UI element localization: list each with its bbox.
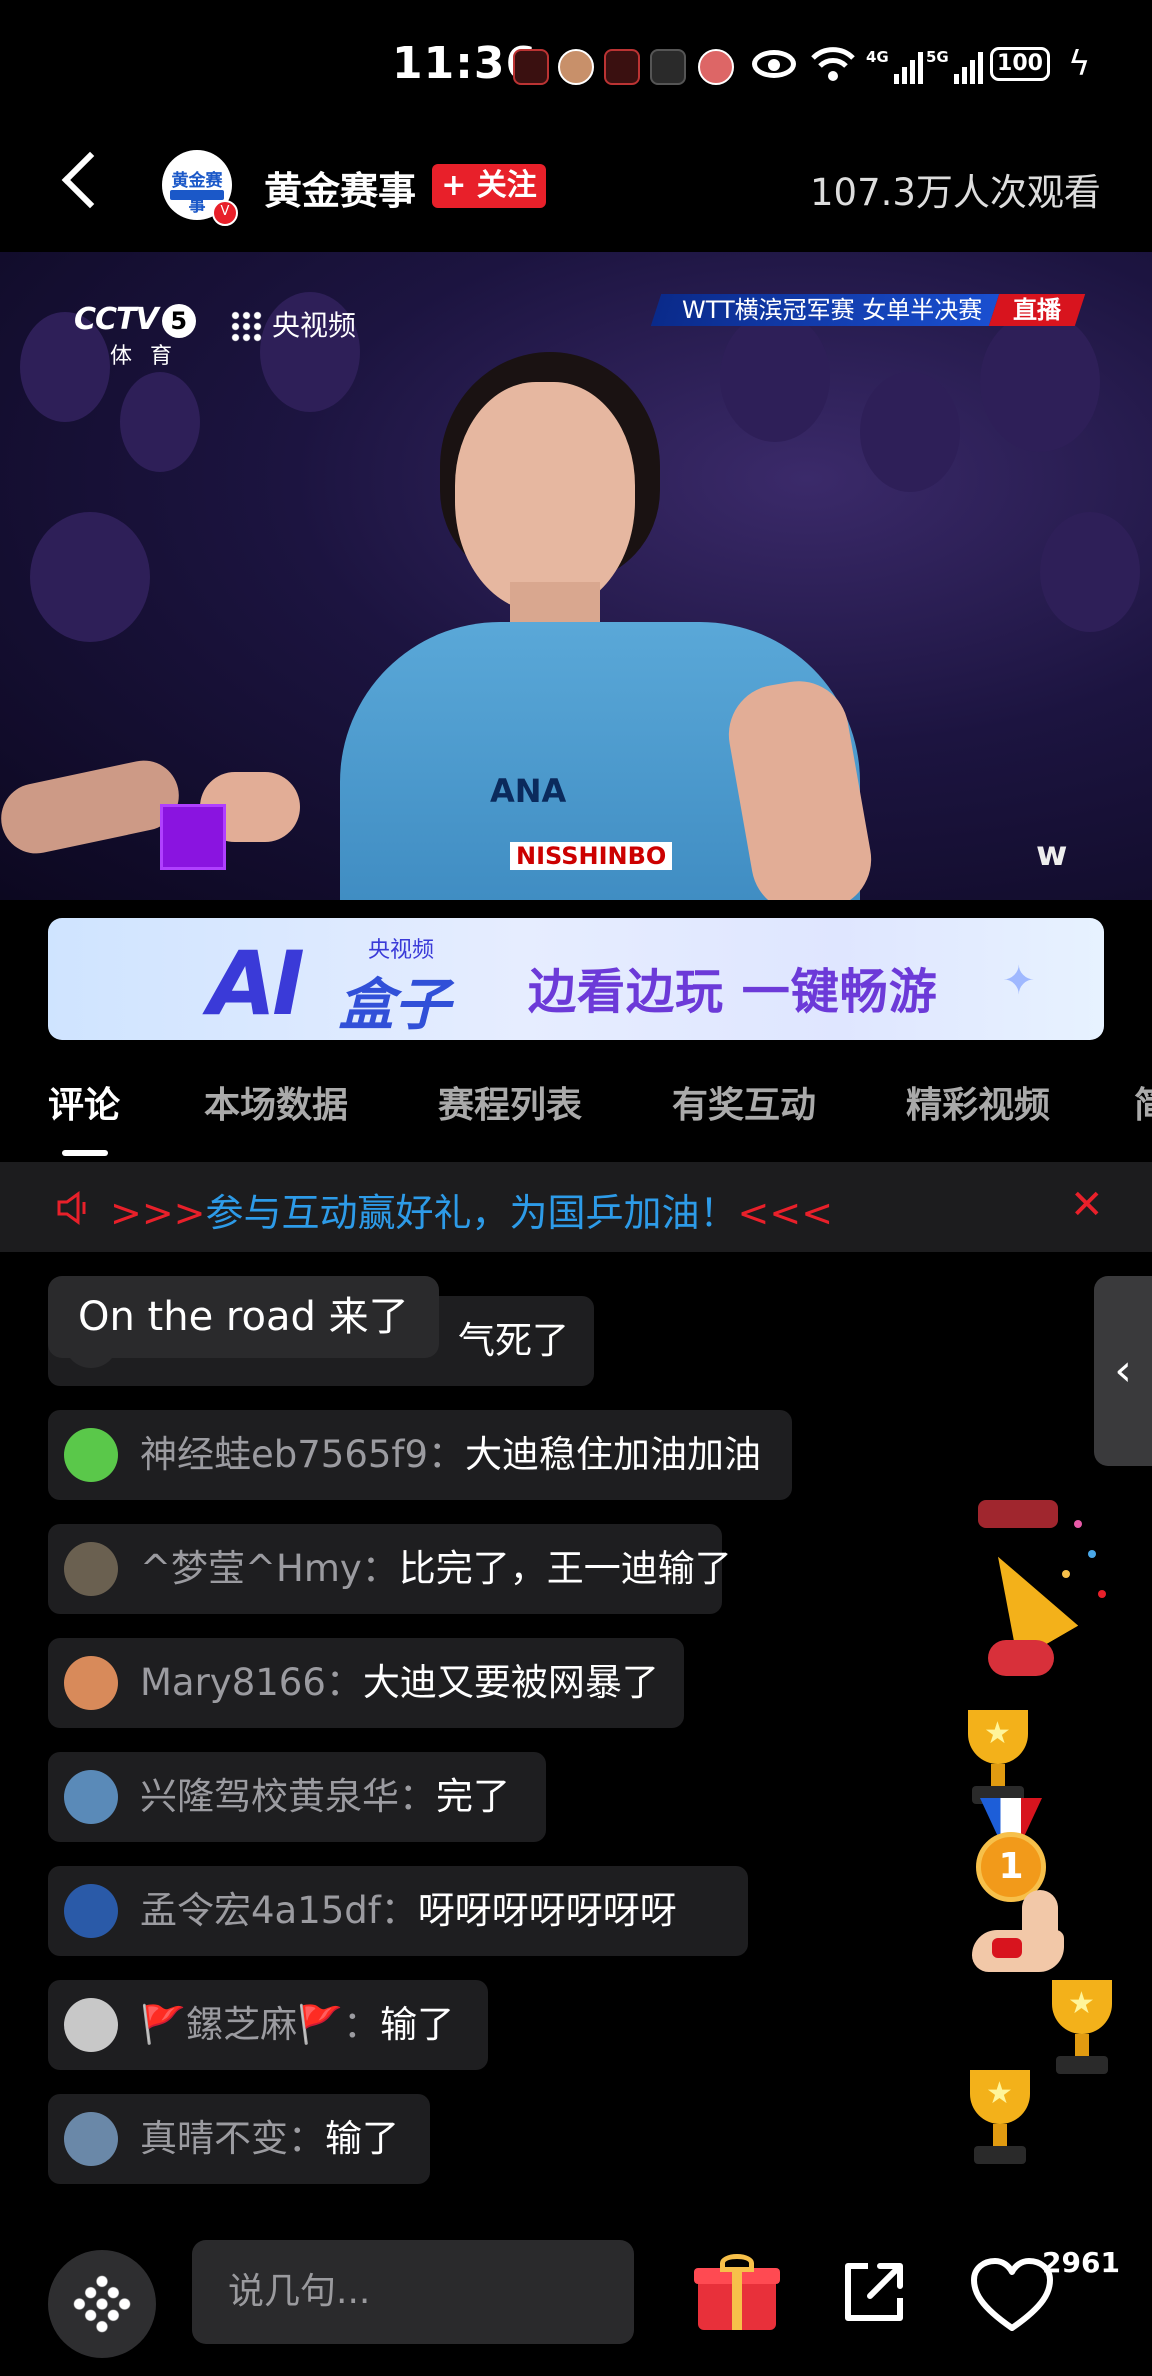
speaker-icon — [57, 1191, 86, 1225]
match-title-banner: WTT横滨冠军赛 女单半决赛 — [650, 294, 1000, 326]
yangshipin-logo: 央视频 — [230, 304, 356, 344]
app-notification-icon — [650, 49, 686, 85]
app-notification-icon — [698, 49, 734, 85]
purple-cube — [160, 804, 226, 870]
comment-item[interactable]: 真晴不变：输了 — [48, 2094, 430, 2184]
app-notification-icon — [604, 49, 640, 85]
ai-box-banner[interactable]: AI 央视频 盒子 边看边玩 一键畅游 ✦ — [48, 918, 1104, 1040]
tab-highlights[interactable]: 精彩视频 — [906, 1076, 1050, 1128]
side-panel-toggle[interactable]: ‹ — [1094, 1276, 1152, 1466]
ai-banner-title: AI — [208, 932, 305, 1035]
cctv5-logo: CCTV 5 — [74, 302, 196, 338]
trophy-icon: ★ — [958, 1710, 1038, 1810]
comment-item[interactable]: 神经蛙eb7565f9：大迪稳住加油加油 — [48, 1410, 792, 1500]
avatar[interactable] — [64, 1428, 118, 1482]
trophy-icon: ★ — [1042, 1980, 1122, 2080]
tab-schedule[interactable]: 赛程列表 — [438, 1076, 582, 1128]
comment-input[interactable]: 说几句... — [192, 2240, 634, 2344]
eye-comfort-icon — [752, 50, 796, 78]
viewer-count: 107.3万人次观看 — [810, 171, 1101, 214]
cellular-signal-5g-icon: 5G — [926, 48, 983, 84]
app-notification-icon — [558, 49, 594, 85]
tab-comments[interactable]: 评论 — [48, 1076, 120, 1128]
cctv5-sub: 体育 — [110, 344, 191, 369]
comment-item[interactable]: 孟令宏4a15df：呀呀呀呀呀呀呀 — [48, 1866, 748, 1956]
share-icon[interactable] — [838, 2256, 910, 2328]
wtt-logo-icon: w — [1036, 834, 1068, 874]
verified-badge-icon: V — [212, 200, 238, 226]
grid-dots-icon — [68, 2270, 136, 2338]
app-notification-icon — [513, 49, 549, 85]
user-entry-toast: On the road 来了 — [48, 1276, 439, 1358]
battery-icon: 100 — [990, 47, 1050, 81]
tab-more[interactable]: 简 — [1134, 1076, 1152, 1128]
comment-item[interactable]: ^梦莹^Hmy：比完了，王一迪输了 — [48, 1524, 732, 1614]
comment-item[interactable]: 🚩鏍芝麻🚩：输了 — [48, 1980, 488, 2070]
avatar[interactable] — [64, 1770, 118, 1824]
channel-name[interactable]: 黄金赛事 — [264, 160, 416, 215]
player-face — [455, 382, 635, 612]
flexed-bicep-icon — [972, 1890, 1064, 1976]
live-badge: 直播 — [988, 294, 1086, 326]
gift-icon[interactable] — [694, 2254, 780, 2330]
tab-prize-interaction[interactable]: 有奖互动 — [672, 1076, 816, 1128]
jersey-logo: ANA — [490, 772, 567, 810]
notice-bar[interactable]: >>>参与互动赢好礼，为国乒加油！<<< ✕ — [0, 1162, 1152, 1252]
ai-banner-slogan: 边看边玩 一键畅游 — [528, 964, 938, 1020]
sparkle-icon: ✦ — [1002, 958, 1036, 1004]
ai-banner-box: 盒子 — [338, 973, 450, 1038]
comment-item[interactable]: 兴隆驾校黄泉华：完了 — [48, 1752, 546, 1842]
yangshipin-icon — [230, 310, 264, 344]
status-bar: 11:36 4G 5G 100 ϟ — [0, 0, 1152, 130]
jersey-sponsor: NISSHINBO — [510, 842, 673, 870]
close-icon[interactable]: ✕ — [1070, 1182, 1104, 1228]
notice-text[interactable]: >>>参与互动赢好礼，为国乒加油！<<< — [110, 1182, 833, 1237]
tab-bar: 评论 本场数据 赛程列表 有奖互动 精彩视频 简 — [0, 1064, 1152, 1160]
avatar[interactable] — [64, 2112, 118, 2166]
tab-match-stats[interactable]: 本场数据 — [204, 1076, 348, 1128]
active-tab-indicator — [62, 1150, 108, 1156]
comment-item[interactable]: Mary8166：大迪又要被网暴了 — [48, 1638, 684, 1728]
charging-icon: ϟ — [1068, 44, 1091, 84]
video-player[interactable]: ANA NISSHINBO CCTV 5 体育 央视频 WTT横滨冠军赛 女单半决… — [0, 252, 1152, 900]
party-popper-icon — [978, 1490, 1118, 1676]
avatar[interactable] — [64, 1884, 118, 1938]
trophy-icon: ★ — [960, 2070, 1040, 2170]
back-icon[interactable] — [61, 151, 119, 209]
like-count: 2961 — [1042, 2246, 1120, 2279]
avatar[interactable] — [64, 1998, 118, 2052]
follow-button[interactable]: + 关注 — [432, 164, 546, 208]
avatar[interactable] — [64, 1542, 118, 1596]
menu-button[interactable] — [48, 2250, 156, 2358]
avatar[interactable] — [64, 1656, 118, 1710]
cellular-signal-4g-icon: 4G — [866, 48, 923, 84]
wifi-icon — [811, 47, 855, 81]
